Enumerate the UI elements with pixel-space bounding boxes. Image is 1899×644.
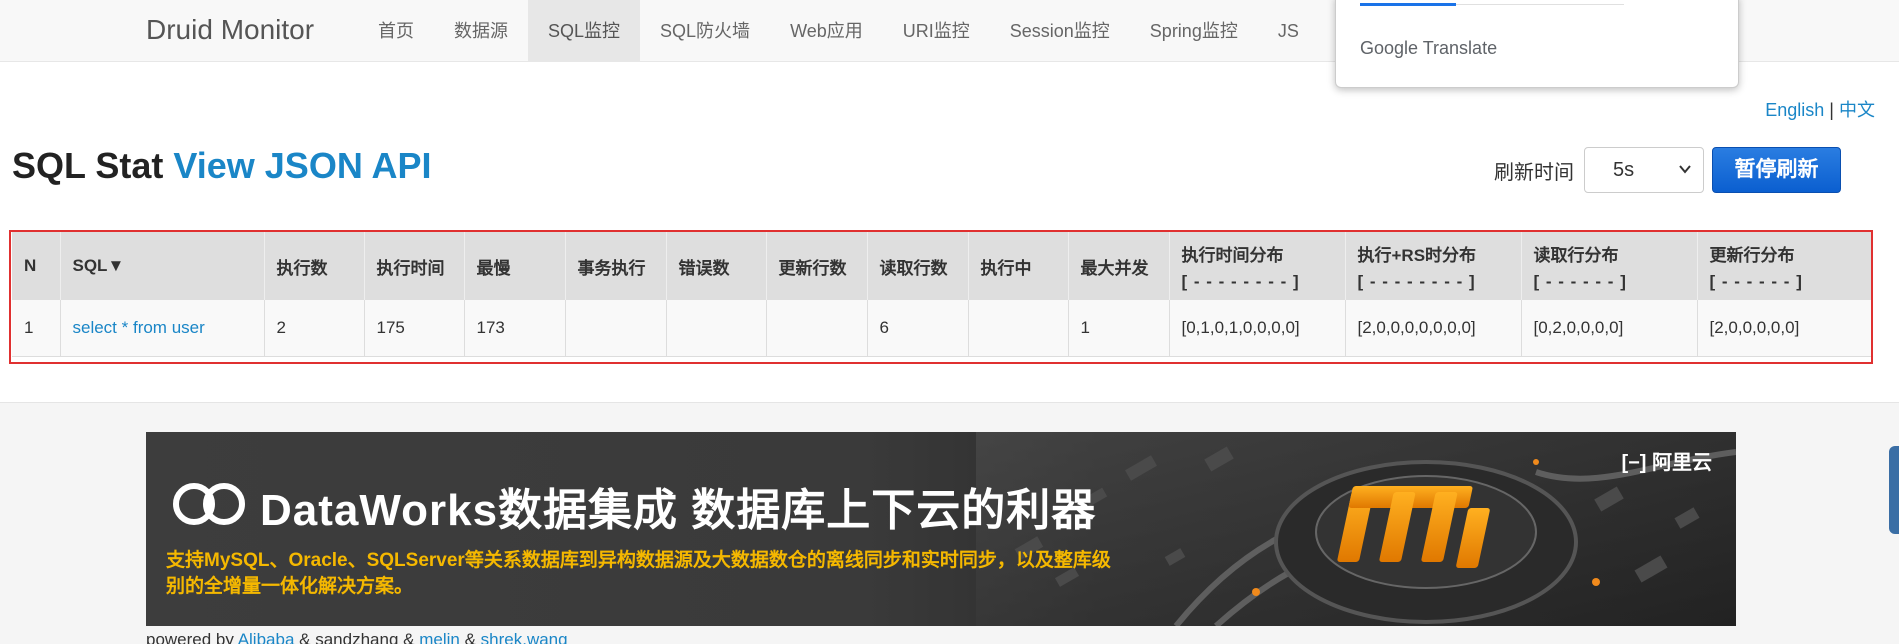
footer-link-alibaba[interactable]: Alibaba [238,630,295,644]
nav-home[interactable]: 首页 [358,0,434,62]
dataworks-ad-banner[interactable]: DataWorks数据集成 数据库上下云的利器 支持MySQL、Oracle、S… [146,432,1736,626]
banner-subtitle: 支持MySQL、Oracle、SQLServer等关系数据库到异构数据源及大数据… [166,550,1111,597]
nav-spring-monitor[interactable]: Spring监控 [1130,0,1258,62]
col-header-exec-rs-histogram-sub: [ - - - - - - - - ] [1357,271,1476,291]
dataworks-logo-icon [173,483,245,525]
col-header-running[interactable]: 执行中 [968,232,1069,300]
banner-title: DataWorks数据集成 数据库上下云的利器 [260,486,1097,535]
cell-update-row-histogram: [2,0,0,0,0,0] [1697,300,1872,356]
google-translate-popup: Google Translate [1335,0,1739,88]
col-header-sql[interactable]: SQL▼ [60,232,265,300]
brand-logo[interactable]: Druid Monitor [146,14,314,46]
nav-sql-monitor[interactable]: SQL监控 [528,0,641,62]
footer-link-shrek-wang[interactable]: shrek.wang [481,630,568,644]
col-header-fetch-row-histogram-sub: [ - - - - - - ] [1533,271,1627,291]
col-header-slowest[interactable]: 最慢 [464,232,566,300]
nav-web-app[interactable]: Web应用 [770,0,883,62]
nav-sql-firewall[interactable]: SQL防火墙 [640,0,770,62]
col-header-fetch-row-histogram-label: 读取行分布 [1533,245,1619,265]
nav-uri-monitor[interactable]: URI监控 [883,0,990,62]
col-header-update-rows[interactable]: 更新行数 [766,232,868,300]
google-translate-brand: Google Translate [1360,38,1498,58]
aliyun-bracket-icon: [−] [1621,452,1647,474]
language-switcher: English | 中文 [1765,96,1875,122]
lang-english-link[interactable]: English [1765,100,1824,120]
footer-sep: & [403,630,415,644]
footer-sep: & [299,630,311,644]
col-header-exec-time[interactable]: 执行时间 [364,232,465,300]
col-header-n[interactable]: N [12,232,61,300]
cell-error-count [666,300,767,356]
page-title-text: SQL Stat [12,145,164,186]
cell-update-rows [766,300,868,356]
nav-json-api[interactable]: JS [1258,0,1319,62]
col-header-exec-rs-histogram-label: 执行+RS时分布 [1357,245,1477,265]
aliyun-logo: [−] 阿里云 [1621,446,1712,475]
footer-sep: & [464,630,476,644]
aliyun-logo-text: 阿里云 [1652,452,1712,474]
col-header-exec-histogram-sub: [ - - - - - - - - ] [1181,271,1300,291]
cell-exec-time: 175 [364,300,465,356]
cell-exec-rs-histogram: [2,0,0,0,0,0,0,0] [1345,300,1522,356]
col-header-exec-histogram-label: 执行时间分布 [1181,245,1284,265]
cell-max-concurrency: 1 [1068,300,1170,356]
col-header-update-row-histogram[interactable]: 更新行分布 [ - - - - - - ] [1697,232,1872,300]
footer-author-sandzhang: sandzhang [315,630,399,644]
powered-by-footer: powered by Alibaba & sandzhang & melin &… [146,630,568,644]
view-json-api-link[interactable]: View JSON API [173,145,431,186]
col-header-update-row-histogram-sub: [ - - - - - - ] [1709,271,1803,291]
refresh-interval-label: 刷新时间 [1494,162,1574,184]
lang-chinese-link[interactable]: 中文 [1839,100,1875,120]
page-title: SQL Stat View JSON API [12,145,432,187]
col-header-exec-rs-histogram[interactable]: 执行+RS时分布 [ - - - - - - - - ] [1345,232,1522,300]
sql-stat-table: N SQL▼ 执行数 执行时间 最慢 事务执行 错误数 更新行数 读取行数 执行… [12,232,1872,357]
col-header-error-count[interactable]: 错误数 [666,232,767,300]
col-header-txn-exec[interactable]: 事务执行 [565,232,667,300]
col-header-exec-count[interactable]: 执行数 [264,232,365,300]
powered-by-label: powered by [146,630,234,644]
table-header-row: N SQL▼ 执行数 执行时间 最慢 事务执行 错误数 更新行数 读取行数 执行… [12,232,1872,300]
cell-n: 1 [12,300,61,356]
col-header-update-row-histogram-label: 更新行分布 [1709,245,1795,265]
cell-sql: select * from user [60,300,265,356]
col-header-max-concurrency[interactable]: 最大并发 [1068,232,1170,300]
nav-session-monitor[interactable]: Session监控 [990,0,1130,62]
refresh-interval-select[interactable]: 5s [1584,147,1704,193]
footer-link-melin[interactable]: melin [419,630,460,644]
lang-separator: | [1829,100,1834,120]
sql-detail-link[interactable]: select * from user [73,318,205,337]
chevron-down-icon [1679,165,1691,174]
col-header-exec-histogram[interactable]: 执行时间分布 [ - - - - - - - - ] [1169,232,1346,300]
cell-running [968,300,1069,356]
main-nav: 首页 数据源 SQL监控 SQL防火墙 Web应用 URI监控 Session监… [358,0,1319,62]
sql-stat-table-wrap: N SQL▼ 执行数 执行时间 最慢 事务执行 错误数 更新行数 读取行数 执行… [12,232,1872,357]
cell-slowest: 173 [464,300,566,356]
side-floating-widget[interactable] [1889,446,1899,534]
translate-tab-indicator[interactable] [1360,3,1456,6]
refresh-interval-value: 5s [1613,159,1635,181]
nav-datasource[interactable]: 数据源 [434,0,528,62]
cell-txn-exec [565,300,667,356]
cell-fetch-row-histogram: [0,2,0,0,0,0] [1521,300,1698,356]
col-header-fetch-rows[interactable]: 读取行数 [867,232,969,300]
cell-exec-count: 2 [264,300,365,356]
table-row: 1 select * from user 2 175 173 6 1 [0,1,… [12,300,1872,356]
cell-exec-histogram: [0,1,0,1,0,0,0,0] [1169,300,1346,356]
cell-fetch-rows: 6 [867,300,969,356]
col-header-fetch-row-histogram[interactable]: 读取行分布 [ - - - - - - ] [1521,232,1698,300]
pause-refresh-button[interactable]: 暂停刷新 [1712,147,1841,193]
